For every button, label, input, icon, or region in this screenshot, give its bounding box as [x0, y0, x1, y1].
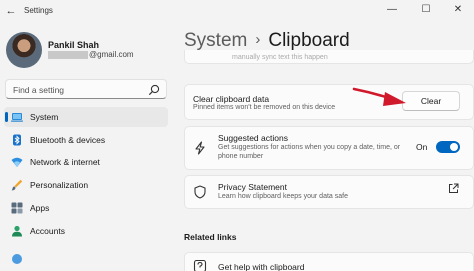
- user-email: @gmail.com: [48, 50, 134, 59]
- search-placeholder: Find a setting: [13, 85, 65, 95]
- laptop-icon: [11, 113, 23, 122]
- suggested-actions-title: Suggested actions: [218, 133, 288, 143]
- sidebar-item-label: Bluetooth & devices: [30, 135, 106, 145]
- toggle-knob: [450, 143, 458, 151]
- clear-button[interactable]: Clear: [402, 91, 460, 111]
- shield-icon: [194, 185, 206, 199]
- search-icon: [148, 84, 160, 96]
- brush-icon: [11, 179, 23, 191]
- breadcrumb-parent[interactable]: System: [184, 30, 247, 51]
- sidebar-item-label: System: [30, 112, 59, 122]
- privacy-statement-subtitle: Learn how clipboard keeps your data safe: [218, 193, 348, 200]
- close-button[interactable]: ✕: [442, 0, 474, 20]
- clock-icon: [12, 254, 22, 264]
- sidebar-item-label: Apps: [30, 203, 50, 213]
- sidebar-item-personalization[interactable]: Personalization: [4, 175, 168, 195]
- sidebar-item-system[interactable]: System: [4, 107, 168, 127]
- help-icon: [193, 259, 207, 271]
- sidebar-item-label: Personalization: [30, 180, 89, 190]
- sidebar-item-label: Accounts: [30, 226, 65, 236]
- search-input[interactable]: Find a setting: [5, 79, 167, 99]
- suggested-actions-subtitle-2: phone number: [218, 153, 264, 160]
- clear-clipboard-title: Clear clipboard data: [193, 94, 270, 104]
- breadcrumb: System › Clipboard: [184, 30, 350, 52]
- apps-icon: [11, 202, 23, 214]
- sidebar-item-bluetooth[interactable]: Bluetooth & devices: [4, 130, 168, 150]
- sync-card: [184, 50, 474, 64]
- sidebar-item-accounts[interactable]: Accounts: [4, 221, 168, 241]
- privacy-statement-title[interactable]: Privacy Statement: [218, 182, 287, 192]
- email-redaction: [48, 50, 88, 59]
- minimize-button[interactable]: —: [376, 0, 408, 20]
- title-bar: ← Settings — ☐ ✕: [0, 0, 474, 22]
- maximize-button[interactable]: ☐: [410, 0, 442, 20]
- clear-clipboard-subtitle: Pinned items won't be removed on this de…: [193, 104, 336, 111]
- faded-sync-text: manually sync text this happen: [232, 54, 328, 61]
- app-title: Settings: [24, 6, 53, 15]
- toggle-state-label: On: [416, 142, 428, 152]
- avatar[interactable]: [6, 32, 42, 68]
- bluetooth-icon: [13, 134, 21, 146]
- chevron-right-icon: ›: [255, 31, 261, 48]
- user-email-domain: @gmail.com: [89, 50, 134, 59]
- sidebar-item-partial[interactable]: [4, 249, 168, 269]
- privacy-statement-card[interactable]: [184, 175, 474, 209]
- wifi-icon: [11, 157, 23, 167]
- page-title: Clipboard: [268, 30, 350, 51]
- suggested-actions-toggle[interactable]: [436, 141, 460, 153]
- back-arrow-icon[interactable]: ←: [4, 4, 18, 18]
- person-icon: [12, 225, 22, 237]
- sidebar-item-label: Network & internet: [30, 157, 100, 167]
- related-links-heading: Related links: [184, 232, 237, 242]
- sidebar-item-network[interactable]: Network & internet: [4, 152, 168, 172]
- user-name: Pankil Shah: [48, 40, 100, 50]
- red-arrow-annotation: [352, 87, 406, 106]
- lightning-icon: [195, 141, 205, 155]
- get-help-title[interactable]: Get help with clipboard: [218, 262, 304, 271]
- active-indicator: [5, 112, 8, 122]
- sidebar-item-apps[interactable]: Apps: [4, 198, 168, 218]
- open-external-icon[interactable]: [448, 183, 459, 194]
- suggested-actions-subtitle-1: Get suggestions for actions when you cop…: [218, 144, 401, 151]
